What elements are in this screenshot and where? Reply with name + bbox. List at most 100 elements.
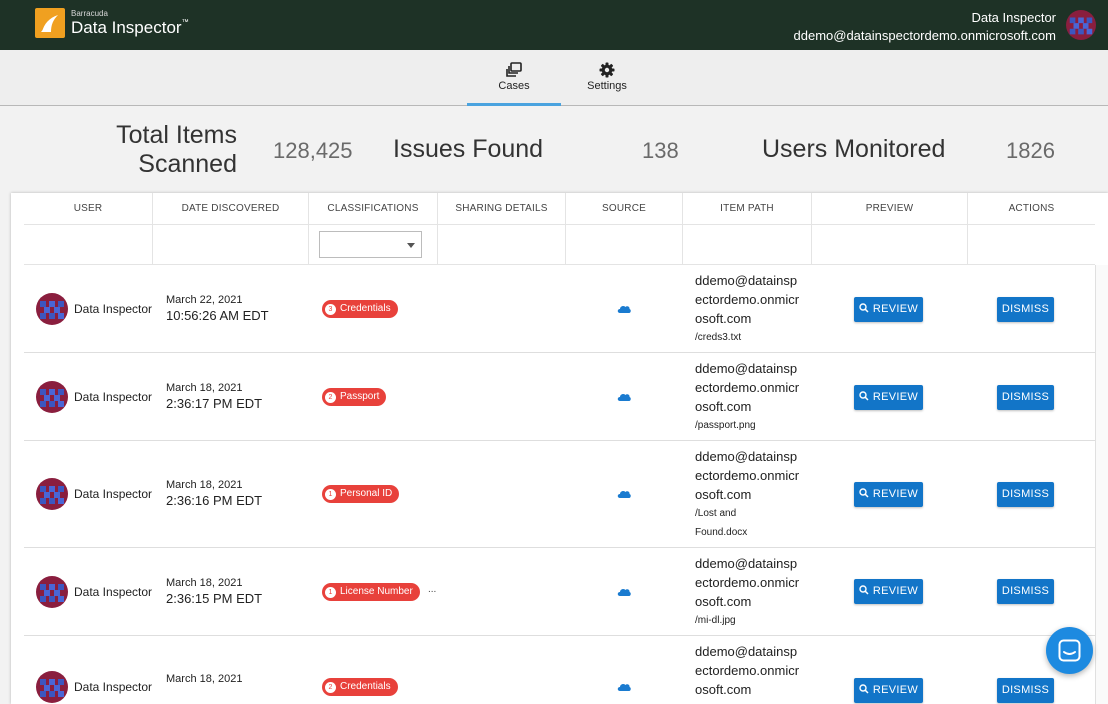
- tab-settings[interactable]: Settings: [560, 50, 654, 106]
- classification-chip[interactable]: 2 Passport: [322, 388, 387, 406]
- chip-label: Credentials: [340, 681, 391, 692]
- brand-logo[interactable]: Barracuda Data Inspector™: [35, 8, 189, 38]
- dismiss-button[interactable]: DISMISS: [997, 482, 1054, 507]
- column-header-source[interactable]: SOURCE: [566, 193, 683, 225]
- nav-bar: Cases Settings: [0, 50, 1108, 106]
- total-items-label-line1: Total Items: [116, 121, 237, 149]
- classification-chip[interactable]: 2 Credentials: [322, 678, 398, 696]
- total-items-label-line2: Scanned: [138, 150, 237, 178]
- chat-icon: [1058, 639, 1081, 662]
- search-icon: [859, 488, 869, 498]
- path-line: osoft.com: [695, 311, 752, 326]
- chip-label: Credentials: [340, 303, 391, 314]
- file-name: Found.docx: [695, 527, 748, 538]
- account-name: Data Inspector: [971, 10, 1056, 25]
- brand-name: Data Inspector™: [71, 19, 189, 36]
- row-date: March 18, 2021 2:36:15 PM EDT: [166, 576, 262, 608]
- chip-count: 1: [325, 586, 336, 598]
- column-header-actions[interactable]: ACTIONS: [968, 193, 1095, 225]
- tab-settings-label: Settings: [587, 80, 627, 92]
- column-header-preview[interactable]: PREVIEW: [812, 193, 968, 225]
- issues-found-value: 138: [642, 138, 679, 163]
- review-button[interactable]: REVIEW: [854, 297, 923, 322]
- column-header-date[interactable]: DATE DISCOVERED: [153, 193, 309, 225]
- search-icon: [859, 585, 869, 595]
- table-scrollbar[interactable]: [1095, 265, 1108, 704]
- brand-trademark: ™: [181, 19, 189, 26]
- review-button[interactable]: REVIEW: [854, 482, 923, 507]
- table-row[interactable]: Data Inspector March 18, 2021 2 Credenti…: [24, 636, 1095, 704]
- dismiss-button[interactable]: DISMISS: [997, 579, 1054, 604]
- more-classifications[interactable]: ...: [428, 584, 436, 595]
- path-line: ectordemo.onmicr: [695, 292, 800, 307]
- table-row[interactable]: Data Inspector March 22, 2021 10:56:26 A…: [24, 265, 1095, 353]
- column-header-classifications[interactable]: CLASSIFICATIONS: [309, 193, 438, 225]
- row-date-time: 10:56:26 AM EDT: [166, 308, 269, 323]
- dismiss-button[interactable]: DISMISS: [997, 678, 1054, 703]
- filter-cell-sharing: [438, 225, 566, 265]
- review-button[interactable]: REVIEW: [854, 385, 923, 410]
- review-button-label: REVIEW: [872, 303, 919, 315]
- user-avatar-icon: [36, 293, 68, 325]
- chat-launcher-button[interactable]: [1046, 627, 1093, 674]
- row-item-path: ddemo@datainsp ectordemo.onmicr osoft.co…: [695, 447, 810, 542]
- row-user-name: Data Inspector: [74, 390, 153, 404]
- classification-chip[interactable]: 3 Credentials: [322, 300, 398, 318]
- tab-cases[interactable]: Cases: [467, 50, 561, 106]
- row-date-day: March 18, 2021: [166, 382, 243, 394]
- row-user-name: Data Inspector: [74, 680, 153, 694]
- row-date-time: 2:36:17 PM EDT: [166, 396, 263, 411]
- review-button-label: REVIEW: [872, 684, 919, 696]
- path-line: ectordemo.onmicr: [695, 380, 800, 395]
- row-item-path: ddemo@datainsp ectordemo.onmicr osoft.co…: [695, 554, 810, 630]
- filter-cell-date: [153, 225, 309, 265]
- column-header-user[interactable]: USER: [24, 193, 153, 225]
- column-header-item-path[interactable]: ITEM PATH: [683, 193, 812, 225]
- classification-chip[interactable]: 1 Personal ID: [322, 485, 400, 503]
- top-bar: Barracuda Data Inspector™ Data Inspector…: [0, 0, 1108, 50]
- path-line: ectordemo.onmicr: [695, 663, 800, 678]
- row-date-day: March 18, 2021: [166, 479, 243, 491]
- row-user-name: Data Inspector: [74, 585, 153, 599]
- dismiss-button[interactable]: DISMISS: [997, 385, 1054, 410]
- chip-label: Passport: [340, 391, 380, 402]
- chip-count: 2: [325, 681, 336, 693]
- account-avatar-icon[interactable]: [1066, 10, 1096, 40]
- dismiss-button[interactable]: DISMISS: [997, 297, 1054, 322]
- user-avatar-icon: [36, 478, 68, 510]
- row-date: March 18, 2021 2:36:16 PM EDT: [166, 478, 262, 510]
- table-row[interactable]: Data Inspector March 18, 2021 2:36:17 PM…: [24, 353, 1095, 441]
- filter-cell-actions: [968, 225, 1095, 265]
- file-name: /passport.png: [695, 420, 756, 431]
- table-row[interactable]: Data Inspector March 18, 2021 2:36:15 PM…: [24, 548, 1095, 636]
- user-avatar-icon: [36, 671, 68, 703]
- chip-count: 1: [325, 488, 336, 500]
- review-button[interactable]: REVIEW: [854, 678, 923, 703]
- issues-found-label: Issues Found: [393, 135, 544, 163]
- path-line: ddemo@datainsp: [695, 273, 798, 288]
- table-row[interactable]: Data Inspector March 18, 2021 2:36:16 PM…: [24, 441, 1095, 548]
- column-header-sharing[interactable]: SHARING DETAILS: [438, 193, 566, 225]
- review-button-label: REVIEW: [872, 391, 919, 403]
- account-info[interactable]: Data Inspector ddemo@datainspectordemo.o…: [794, 9, 1057, 45]
- row-user-name: Data Inspector: [74, 487, 153, 501]
- total-items-label: Total Items Scanned: [100, 121, 237, 179]
- path-line: ectordemo.onmicr: [695, 468, 800, 483]
- path-line: ddemo@datainsp: [695, 644, 798, 659]
- barracuda-logo-icon: [35, 8, 65, 38]
- path-line: ddemo@datainsp: [695, 361, 798, 376]
- row-item-path: ddemo@datainsp ectordemo.onmicr osoft.co…: [695, 271, 810, 347]
- onedrive-cloud-icon: [617, 393, 631, 401]
- users-monitored-value: 1826: [1006, 138, 1055, 163]
- path-line: osoft.com: [695, 682, 752, 697]
- cases-icon: [506, 62, 522, 77]
- path-line: ectordemo.onmicr: [695, 575, 800, 590]
- row-user-name: Data Inspector: [74, 302, 153, 316]
- row-date-time: 2:36:15 PM EDT: [166, 591, 263, 606]
- review-button-label: REVIEW: [872, 488, 919, 500]
- classification-filter-select[interactable]: [319, 231, 422, 258]
- row-date: March 18, 2021 2:36:17 PM EDT: [166, 381, 262, 413]
- classification-chip[interactable]: 1 License Number: [322, 583, 420, 601]
- review-button[interactable]: REVIEW: [854, 579, 923, 604]
- filter-cell-source: [566, 225, 683, 265]
